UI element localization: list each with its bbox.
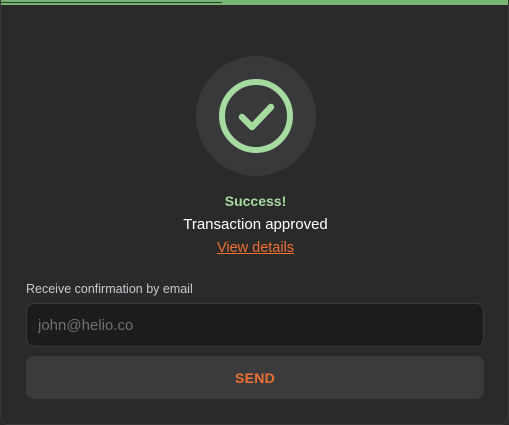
success-title: Success! xyxy=(224,193,287,209)
progress-bar-divider xyxy=(1,2,222,3)
check-circle-icon xyxy=(219,79,293,153)
transaction-status-message: Transaction approved xyxy=(183,216,328,233)
progress-bar xyxy=(1,0,508,5)
email-field[interactable] xyxy=(26,303,484,347)
send-button[interactable]: SEND xyxy=(26,356,484,399)
transaction-result-card: Success! Transaction approved View detai… xyxy=(0,0,509,425)
success-status-badge xyxy=(196,56,316,176)
email-field-label: Receive confirmation by email xyxy=(26,282,193,296)
view-details-link[interactable]: View details xyxy=(1,240,509,256)
